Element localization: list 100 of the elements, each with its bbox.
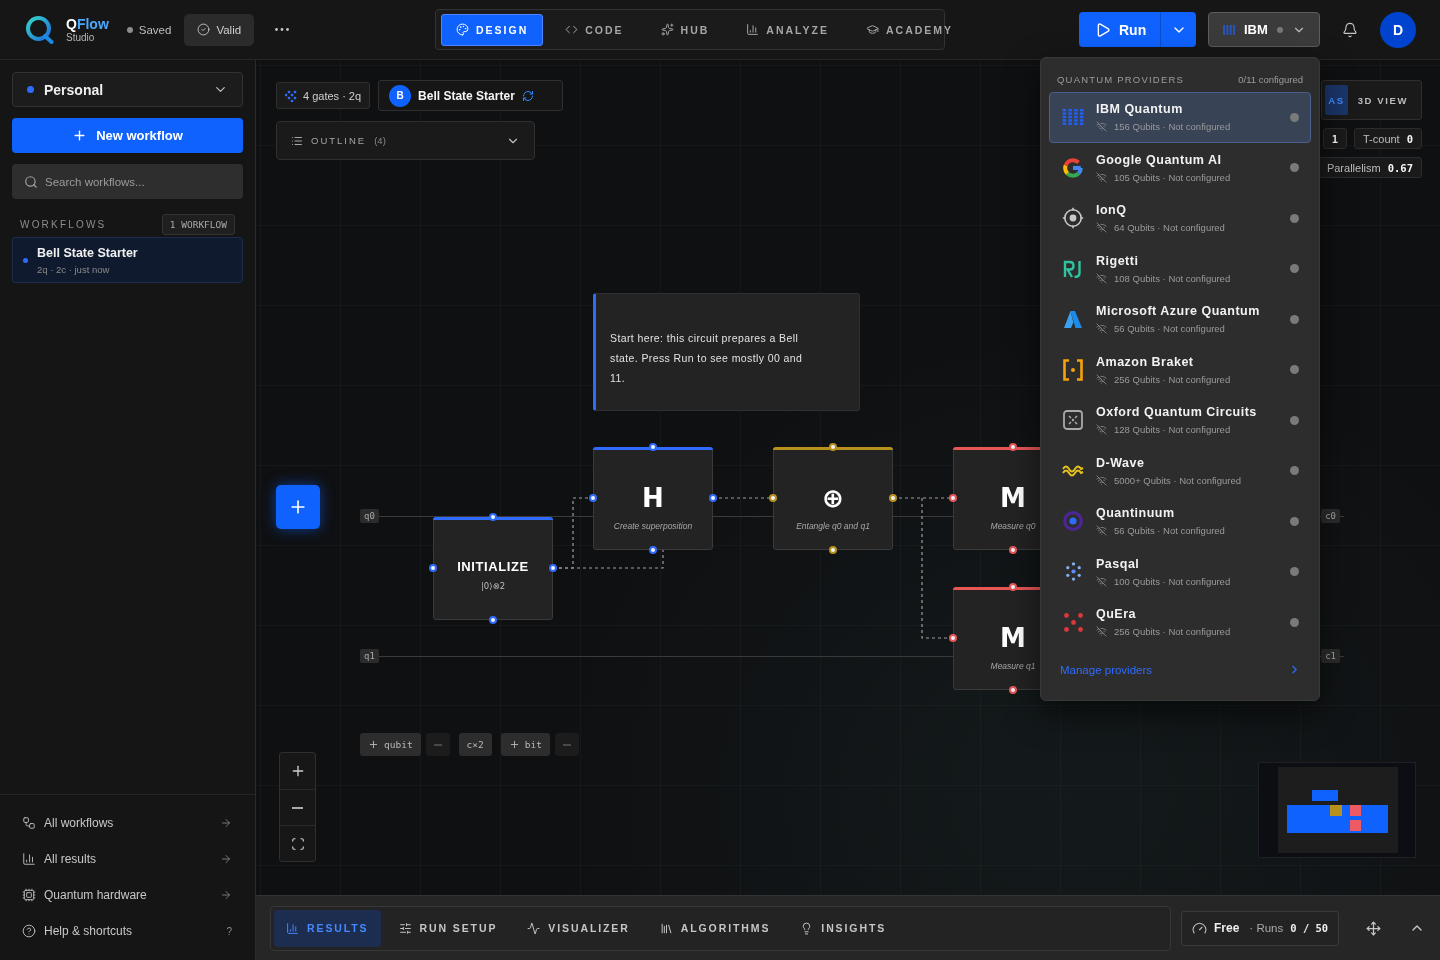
connection-handle[interactable] (1009, 583, 1017, 591)
more-icon (275, 28, 290, 31)
plus-icon (508, 739, 520, 750)
panel-tab[interactable]: ALGORITHMS (647, 909, 783, 947)
mode-tab[interactable]: ACADEMY (851, 13, 969, 46)
runs-count: 0 / 50 (1290, 922, 1329, 934)
valid-button[interactable]: Valid (184, 13, 255, 46)
connection-handle[interactable] (549, 564, 557, 572)
striped-bars-icon (1223, 24, 1235, 35)
sidebar-link[interactable]: Help & shortcuts ? (12, 913, 243, 949)
connection-handle[interactable] (829, 443, 837, 451)
sparkle-icon (660, 23, 674, 36)
gate-symbol: M (1000, 622, 1026, 654)
provider-name: Microsoft Azure Quantum (1096, 304, 1261, 319)
connection-handle[interactable] (429, 564, 437, 572)
rj-mark-icon (1063, 259, 1083, 278)
mode-tab[interactable]: DESIGN (441, 13, 544, 46)
provider-name: Oxford Quantum Circuits (1096, 405, 1258, 420)
panel-tab[interactable]: INSIGHTS (788, 909, 899, 947)
dot-cluster-icon (1063, 562, 1083, 582)
check-circle-icon (197, 23, 211, 36)
connection-handle[interactable] (649, 546, 657, 554)
add-node-button[interactable] (276, 485, 320, 529)
sidebar-link[interactable]: All workflows (12, 805, 243, 841)
add-register-button[interactable]: bit (500, 733, 550, 756)
gate-symbol: ⊕ (822, 482, 844, 514)
connection-handle[interactable] (1009, 546, 1017, 554)
wifi-off-icon (1096, 222, 1107, 234)
connection-handle[interactable] (889, 494, 897, 502)
workspace-select[interactable]: Personal (12, 72, 243, 107)
node-caption: Entangle q0 and q1 (796, 520, 870, 532)
node-caption: Measure q0 (990, 520, 1036, 532)
search-field[interactable]: Search workflows... (12, 164, 243, 199)
sidebar-link[interactable]: Quantum hardware (12, 877, 243, 913)
section-label: WORKFLOWS (20, 219, 107, 230)
provider-detail: 256 Qubits · Not configured (1114, 626, 1231, 638)
connection-handle[interactable] (589, 494, 597, 502)
gate-symbol: M (1000, 482, 1026, 514)
arrow-right-icon (220, 817, 232, 829)
stat-value: 0 (1406, 132, 1413, 145)
provider-name: D-Wave (1096, 455, 1146, 470)
workflow-item[interactable]: Bell State Starter 2q · 2c · just now (12, 237, 243, 283)
provider-name: Pasqal (1096, 556, 1141, 571)
provider-item[interactable]: Microsoft Azure Quantum 56 Qubits · Not configured (1049, 294, 1311, 345)
arrow-right-icon (220, 853, 232, 865)
connection-handle[interactable] (489, 616, 497, 624)
panel-tab[interactable]: RUN SETUP (386, 909, 510, 947)
wifi-off-icon (1096, 121, 1107, 133)
node-title: INITIALIZE (457, 559, 529, 575)
mode-tab[interactable]: CODE (550, 13, 639, 46)
connection-handle[interactable] (769, 494, 777, 502)
minus-icon (562, 743, 571, 746)
connection-handle[interactable] (489, 513, 497, 521)
mode-tab[interactable]: ANALYZE (731, 13, 844, 46)
connection-handle[interactable] (649, 443, 657, 451)
connection-handle[interactable] (829, 546, 837, 554)
provider-select[interactable]: IBM (1208, 12, 1320, 47)
palette-icon (456, 23, 469, 36)
wifi-off-icon (1096, 626, 1107, 638)
plus-icon (368, 739, 379, 750)
new-workflow-button[interactable]: New workflow (12, 118, 243, 153)
provider-item[interactable]: IBM Quantum 156 Qubits · Not configured (1049, 92, 1311, 143)
outline-toggle[interactable]: OUTLINE (4) (276, 121, 535, 160)
provider-item[interactable]: Google Quantum AI 105 Qubits · Not configured (1049, 142, 1311, 193)
connection-handle[interactable] (949, 634, 957, 642)
view-tab[interactable]: 3D VIEW (1347, 85, 1418, 115)
wave-icon (1062, 463, 1084, 478)
connection-handle[interactable] (709, 494, 717, 502)
register-count[interactable]: c×2 (458, 733, 492, 756)
configured-count: 0/11 configured (1238, 73, 1303, 85)
provider-item[interactable]: Oxford Quantum Circuits 128 Qubits · Not configured (1049, 395, 1311, 446)
add-register-button[interactable]: qubit (360, 733, 421, 756)
connection-handle[interactable] (1009, 443, 1017, 451)
mode-tab[interactable]: HUB (645, 13, 725, 46)
node-caption: |0⟩⊗2 (480, 580, 506, 592)
provider-name: Google Quantum AI (1096, 152, 1223, 167)
provider-detail: 5000+ Qubits · Not configured (1114, 474, 1241, 486)
provider-detail: 105 Qubits · Not configured (1114, 171, 1231, 183)
status-dot-icon (126, 26, 133, 33)
connection-handle[interactable] (949, 494, 957, 502)
provider-item[interactable]: Rigetti 108 Qubits · Not configured (1049, 243, 1311, 294)
flow-icon (22, 816, 36, 830)
user-avatar[interactable]: D (1380, 11, 1416, 48)
classical-bit-label: c1 (1321, 649, 1340, 663)
bar-chart-icon (22, 852, 36, 866)
provider-item[interactable]: IonQ 64 Qubits · Not configured (1049, 193, 1311, 244)
move-icon (1365, 920, 1381, 936)
save-status: Saved (138, 23, 172, 36)
dot-cross-icon (1063, 612, 1083, 632)
bar-chart-icon (746, 23, 760, 36)
panel-tab[interactable]: RESULTS (274, 909, 381, 947)
provider-item[interactable]: Amazon Braket 256 Qubits · Not configured (1049, 344, 1311, 395)
sidebar-link[interactable]: All results (12, 841, 243, 877)
run-button[interactable]: Run (1079, 12, 1160, 47)
connection-handle[interactable] (1009, 686, 1017, 694)
panel-tab[interactable]: VISUALIZER (515, 909, 642, 947)
run-options-button[interactable] (1160, 12, 1196, 47)
plan-name: Free (1214, 921, 1240, 935)
pulse-icon (527, 921, 541, 935)
workspace-dot-icon (27, 86, 34, 93)
